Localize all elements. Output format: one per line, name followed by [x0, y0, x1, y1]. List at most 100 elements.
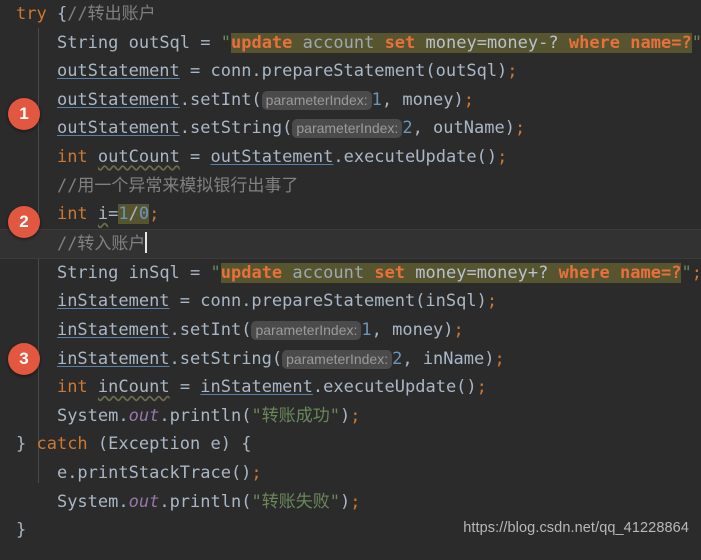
field-outstatement: outStatement	[56, 118, 180, 139]
args-rest: , outName)	[412, 118, 515, 139]
sql-space-5	[620, 33, 630, 53]
var-outsql: outSql =	[118, 32, 221, 53]
semicolon: ;	[691, 262, 701, 283]
sql-keyword-where: where	[558, 262, 610, 283]
divide-op: /	[128, 204, 139, 225]
code-line-1[interactable]: try {//转出账户	[0, 0, 701, 29]
inlay-hint-parameterindex[interactable]: parameterIndex:	[251, 320, 362, 340]
code-line-11[interactable]: inStatement = conn.prepareStatement(inSq…	[0, 287, 701, 316]
sql-keyword-set: set	[374, 262, 406, 283]
sql-literal-in: update account set money=money+? where n…	[220, 262, 682, 283]
assign-op: =	[179, 146, 211, 167]
setstring-call: .setString(	[169, 348, 283, 369]
code-line-16[interactable]: } catch (Exception e) {	[0, 430, 701, 459]
code-line-5[interactable]: outStatement.setString(parameterIndex: 2,…	[0, 114, 701, 143]
brace-close: }	[16, 434, 37, 455]
sql-table-account: account	[302, 32, 375, 53]
system-ref: System.	[56, 405, 129, 426]
catch-params: (Exception e) {	[87, 434, 252, 455]
sql-expression: money=money-?	[425, 32, 559, 53]
setstring-call: .setString(	[179, 118, 293, 139]
code-line-8[interactable]: int i=1/0;	[0, 200, 701, 229]
sql-space-4	[559, 33, 569, 53]
sql-literal-out: update account set money=money-? where n…	[230, 32, 692, 53]
field-out: out	[128, 491, 160, 512]
type-string: String	[56, 32, 119, 53]
args-rest: , inName)	[402, 348, 495, 369]
keyword-int: int	[56, 146, 88, 167]
string-failure: "转账失败"	[251, 491, 340, 512]
code-line-18[interactable]: System.out.println("转账失败");	[0, 488, 701, 517]
code-line-2[interactable]: String outSql = "update account set mone…	[0, 29, 701, 58]
sql-keyword-update: update	[230, 32, 293, 53]
sql-space-1	[292, 33, 302, 53]
code-line-7[interactable]: //用一个异常来模拟银行出事了	[0, 172, 701, 201]
println-call: .println(	[159, 405, 252, 426]
arg-index: 1	[371, 89, 382, 110]
semicolon: ;	[514, 118, 526, 139]
field-instatement: inStatement	[56, 291, 170, 312]
code-line-10[interactable]: String inSql = "update account set money…	[0, 259, 701, 288]
field-instatement: inStatement	[56, 319, 170, 340]
prepare-statement-call: = conn.prepareStatement(outSql)	[179, 61, 508, 82]
args-rest: , money)	[371, 319, 454, 340]
assign-op: =	[108, 204, 119, 225]
sql-space-5	[610, 263, 620, 283]
var-incount: inCount	[97, 377, 170, 398]
sql-space-3	[415, 33, 425, 53]
sql-keyword-where: where	[568, 32, 621, 53]
args-rest: , money)	[381, 89, 464, 110]
field-outstatement: outStatement	[56, 89, 180, 110]
semicolon: ;	[463, 89, 475, 110]
field-outstatement: outStatement	[56, 61, 180, 82]
semicolon: ;	[350, 405, 361, 426]
code-line-12[interactable]: inStatement.setInt(parameterIndex: 1, mon…	[0, 316, 701, 345]
sql-condition-name: name=?	[630, 32, 692, 53]
semicolon: ;	[497, 146, 508, 167]
division-highlight: 1/0	[118, 204, 150, 225]
prepare-statement-call: = conn.prepareStatement(inSql)	[169, 291, 487, 312]
quote-open: "	[220, 32, 231, 53]
keyword-catch: catch	[36, 434, 88, 455]
paren-close: )	[339, 405, 351, 426]
sql-condition-name: name=?	[620, 262, 682, 283]
denominator: 0	[138, 204, 150, 225]
string-success: "转账成功"	[251, 405, 340, 426]
semicolon: ;	[494, 348, 505, 369]
executeupdate-call: .executeUpdate()	[333, 146, 498, 167]
annotation-badge-3[interactable]: 3	[8, 343, 40, 375]
code-content[interactable]: try {//转出账户 String outSql = "update acco…	[0, 0, 701, 545]
system-ref: System.	[56, 491, 129, 512]
code-line-17[interactable]: e.printStackTrace();	[0, 459, 701, 488]
numerator: 1	[118, 204, 129, 225]
type-string: String	[56, 262, 119, 283]
code-line-4[interactable]: outStatement.setInt(parameterIndex: 1, mo…	[0, 86, 701, 115]
annotation-badge-2[interactable]: 2	[8, 206, 40, 238]
inlay-hint-parameterindex[interactable]: parameterIndex:	[282, 349, 393, 369]
setint-call: .setInt(	[169, 319, 252, 340]
semicolon: ;	[486, 291, 498, 312]
brace-open: {	[46, 4, 68, 24]
keyword-int: int	[56, 377, 88, 398]
semicolon: ;	[149, 204, 160, 225]
comment-transfer-out: //转出账户	[67, 4, 156, 24]
code-line-13[interactable]: inStatement.setString(parameterIndex: 2, …	[0, 345, 701, 374]
sql-space-2	[374, 33, 384, 53]
sql-space-4	[548, 263, 558, 283]
var-outcount: outCount	[97, 146, 180, 167]
annotation-badge-1[interactable]: 1	[8, 98, 40, 130]
sql-space-2	[364, 263, 374, 283]
code-line-15[interactable]: System.out.println("转账成功");	[0, 402, 701, 431]
inlay-hint-parameterindex[interactable]: parameterIndex:	[261, 90, 372, 110]
sql-table-account: account	[292, 262, 365, 283]
code-line-3[interactable]: outStatement = conn.prepareStatement(out…	[0, 57, 701, 86]
inlay-hint-parameterindex[interactable]: parameterIndex:	[292, 119, 403, 139]
text-caret	[145, 231, 148, 253]
quote-close: "	[691, 32, 701, 53]
code-line-14[interactable]: int inCount = inStatement.executeUpdate(…	[0, 373, 701, 402]
code-line-9-current[interactable]: //转入账户	[0, 228, 701, 259]
comment-transfer-in: //转入账户	[56, 233, 146, 254]
watermark-url: https://blog.csdn.net/qq_41228864	[463, 520, 689, 537]
code-line-6[interactable]: int outCount = outStatement.executeUpdat…	[0, 143, 701, 172]
code-editor-pane[interactable]: try {//转出账户 String outSql = "update acco…	[0, 0, 701, 560]
